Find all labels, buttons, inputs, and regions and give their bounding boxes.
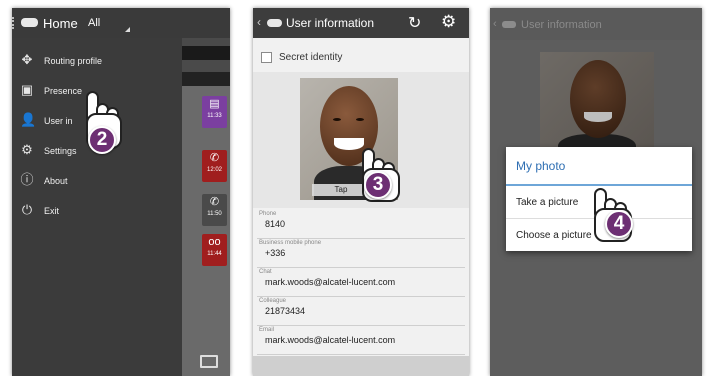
step-badge: 2 <box>88 126 116 154</box>
conversation-time: 11:50 <box>207 211 222 217</box>
drawer-menu: ✥ Routing profile ▣ Presence 👤 User in ⚙ Settin… <box>12 38 182 376</box>
back-icon: ‹ <box>493 18 497 30</box>
menu-item-about[interactable]: ⓘ About <box>12 166 182 196</box>
action-bar: ‹ User information <box>490 8 702 40</box>
routing-icon: ✥ <box>21 52 33 67</box>
field-label: Phone <box>259 211 277 217</box>
menu-item-label: About <box>44 176 68 186</box>
step-badge: 4 <box>605 210 633 238</box>
field-value: mark.woods@alcatel-lucent.com <box>265 277 396 287</box>
conversation-time: 11:44 <box>207 251 222 257</box>
conversation-time: 11:33 <box>207 113 222 119</box>
list-background <box>182 86 230 376</box>
menu-item-label: Presence <box>44 86 83 96</box>
take-picture-label: Take a picture <box>516 197 579 208</box>
field-label: Chat <box>259 269 272 275</box>
info-icon: ⓘ <box>20 172 34 187</box>
field-value: +336 <box>265 248 286 258</box>
conversation-type-icon: ✆ <box>209 196 220 208</box>
gear-icon: ⚙ <box>21 142 33 157</box>
gear-icon[interactable]: ⚙ <box>441 12 456 32</box>
conversation-type-icon: ✆ <box>209 152 220 164</box>
info-field[interactable]: Phone 8140 <box>257 211 465 239</box>
menu-item-label: Settings <box>44 146 77 156</box>
back-icon[interactable]: ‹ <box>257 15 261 29</box>
phone-my-photo-dialog: ‹ User information My photo Take a pictu… <box>490 8 702 376</box>
phone-home-menu: Home All ▤ 11:33 ✆ 12:02 ✆ 11:50 oo 11:44 ✥ Rout… <box>12 8 230 376</box>
step-badge: 3 <box>364 171 392 199</box>
conversation-tile[interactable]: oo 11:44 <box>202 234 227 266</box>
presence-icon: ▣ <box>20 82 34 97</box>
page-title: User information <box>521 19 602 31</box>
list-divider <box>182 72 230 86</box>
user-icon: 👤 <box>20 112 37 127</box>
field-value: mark.woods@alcatel-lucent.com <box>265 335 396 345</box>
conversation-tile[interactable]: ✆ 11:50 <box>202 194 227 226</box>
app-logo-icon <box>502 21 516 28</box>
dropdown-corner-icon <box>125 27 130 32</box>
user-photo <box>540 52 654 157</box>
filter-dropdown[interactable]: All <box>88 17 100 29</box>
action-bar: Home All <box>12 8 230 38</box>
conversation-tile[interactable]: ✆ 12:02 <box>202 150 227 182</box>
app-logo-icon <box>21 18 38 27</box>
secret-identity-row[interactable]: Secret identity <box>259 48 463 68</box>
phone-user-information: ‹ User information ↻ ⚙ Secret identity T… <box>253 8 469 376</box>
action-bar: ‹ User information ↻ ⚙ <box>253 8 469 38</box>
info-field[interactable]: Colleague 21873434 <box>257 298 465 326</box>
bottom-bar <box>253 356 469 376</box>
info-field[interactable]: Email mark.woods@alcatel-lucent.com <box>257 327 465 355</box>
menu-item-label: User in <box>44 116 73 126</box>
field-value: 21873434 <box>265 306 306 316</box>
choose-picture-label: Choose a picture <box>516 230 592 241</box>
secret-identity-checkbox[interactable] <box>261 52 272 63</box>
overflow-icon[interactable] <box>12 17 15 29</box>
info-field[interactable]: Business mobile phone +336 <box>257 240 465 268</box>
field-label: Colleague <box>259 298 287 304</box>
conversation-list: ▤ 11:33 ✆ 12:02 ✆ 11:50 oo 11:44 <box>182 38 230 376</box>
action-bar-title[interactable]: Home <box>43 16 78 31</box>
dialog-title: My photo <box>516 159 566 173</box>
conversation-type-icon: oo <box>208 236 221 248</box>
info-field[interactable]: Chat mark.woods@alcatel-lucent.com <box>257 269 465 297</box>
refresh-icon[interactable]: ↻ <box>408 13 421 33</box>
secret-identity-label: Secret identity <box>279 52 343 63</box>
conversation-type-icon: ▤ <box>209 98 220 110</box>
field-label: Business mobile phone <box>259 240 322 246</box>
menu-item-routing-profile[interactable]: ✥ Routing profile <box>12 46 182 76</box>
menu-item-label: Exit <box>44 206 60 216</box>
conversation-tile[interactable]: ▤ 11:33 <box>202 96 227 128</box>
exit-icon: ⏻ <box>21 202 33 217</box>
field-label: Email <box>259 327 275 333</box>
field-value: 8140 <box>265 219 286 229</box>
conversation-time: 12:02 <box>206 167 222 173</box>
menu-item-label: Routing profile <box>44 56 103 66</box>
page-title: User information <box>286 16 375 30</box>
dialpad-icon[interactable] <box>200 355 218 368</box>
list-divider <box>182 46 230 60</box>
menu-item-exit[interactable]: ⏻ Exit <box>12 196 182 226</box>
app-logo-icon <box>267 19 282 27</box>
